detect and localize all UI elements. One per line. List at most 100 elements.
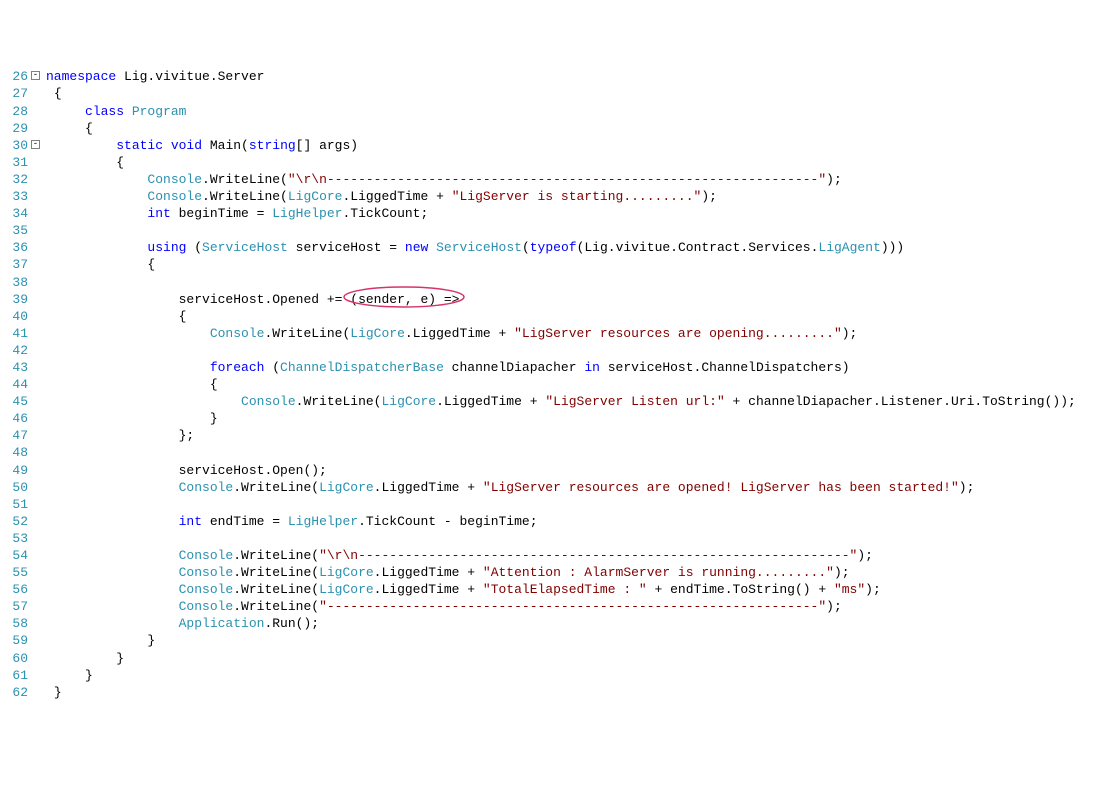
line-number: 58 — [0, 615, 28, 632]
code-line[interactable]: { — [46, 154, 1076, 171]
token-txt: + channelDiapacher.Listener.Uri.ToString… — [725, 394, 1076, 409]
token-txt: beginTime = — [171, 206, 272, 221]
code-line[interactable]: } — [46, 410, 1076, 427]
code-line[interactable]: Console.WriteLine(LigCore.LiggedTime + "… — [46, 581, 1076, 598]
type-name: LigCore — [319, 565, 374, 580]
code-line[interactable]: { — [46, 308, 1076, 325]
code-line[interactable]: int endTime = LigHelper.TickCount - begi… — [46, 513, 1076, 530]
code-line[interactable]: Console.WriteLine(LigCore.LiggedTime + "… — [46, 188, 1076, 205]
code-line[interactable]: { — [46, 120, 1076, 137]
line-number: 40 — [0, 308, 28, 325]
code-line[interactable]: Console.WriteLine("\r\n-----------------… — [46, 547, 1076, 564]
type-name: Console — [147, 189, 202, 204]
token-txt: .LiggedTime + — [374, 565, 483, 580]
code-line[interactable]: serviceHost.Opened += (sender, e) => — [46, 291, 1076, 308]
code-line[interactable]: Console.WriteLine("\r\n-----------------… — [46, 171, 1076, 188]
keyword: string — [249, 138, 296, 153]
token-txt: .WriteLine( — [233, 599, 319, 614]
code-line[interactable]: Console.WriteLine(LigCore.LiggedTime + "… — [46, 479, 1076, 496]
token-txt: } — [210, 411, 218, 426]
token-txt: ); — [701, 189, 717, 204]
keyword: namespace — [46, 69, 116, 84]
code-line[interactable]: } — [46, 632, 1076, 649]
highlighted-lambda: (sender, e) => — [350, 291, 459, 308]
line-number: 60 — [0, 650, 28, 667]
code-line[interactable]: foreach (ChannelDispatcherBase channelDi… — [46, 359, 1076, 376]
code-line[interactable]: Console.WriteLine("---------------------… — [46, 598, 1076, 615]
line-number: 44 — [0, 376, 28, 393]
code-line[interactable]: { — [46, 85, 1076, 102]
token-txt: .Run(); — [264, 616, 319, 631]
code-line[interactable]: serviceHost.Open(); — [46, 462, 1076, 479]
code-line[interactable] — [46, 342, 1076, 359]
code-line[interactable]: Console.WriteLine(LigCore.LiggedTime + "… — [46, 393, 1076, 410]
code-line[interactable]: }; — [46, 427, 1076, 444]
token-txt: .WriteLine( — [233, 565, 319, 580]
type-name: Console — [179, 565, 234, 580]
type-name: LigCore — [381, 394, 436, 409]
keyword: void — [163, 138, 202, 153]
token-txt: ); — [865, 582, 881, 597]
code-line[interactable]: int beginTime = LigHelper.TickCount; — [46, 205, 1076, 222]
line-number: 33 — [0, 188, 28, 205]
type-name: LigHelper — [288, 514, 358, 529]
type-name: ServiceHost — [202, 240, 288, 255]
code-line[interactable]: namespace Lig.vivitue.Server — [46, 68, 1076, 85]
code-line[interactable]: } — [46, 667, 1076, 684]
keyword: new — [405, 240, 428, 255]
code-line[interactable]: { — [46, 256, 1076, 273]
code-editor[interactable]: 2627282930313233343536373839404142434445… — [0, 68, 1093, 700]
token-txt: .WriteLine( — [202, 172, 288, 187]
string-literal: "Attention : AlarmServer is running.....… — [483, 565, 834, 580]
token-txt: serviceHost.Open(); — [179, 463, 327, 478]
token-txt: ); — [834, 565, 850, 580]
token-txt: channelDiapacher — [444, 360, 584, 375]
type-name: LigAgent — [818, 240, 880, 255]
token-txt: } — [54, 685, 62, 700]
line-number: 28 — [0, 103, 28, 120]
keyword: using — [147, 240, 186, 255]
code-line[interactable]: } — [46, 684, 1076, 701]
code-line[interactable] — [46, 274, 1076, 291]
code-area[interactable]: namespace Lig.vivitue.Server { class Pro… — [42, 68, 1076, 700]
line-number: 34 — [0, 205, 28, 222]
type-name: Console — [241, 394, 296, 409]
line-number: 62 — [0, 684, 28, 701]
code-line[interactable]: Console.WriteLine(LigCore.LiggedTime + "… — [46, 564, 1076, 581]
fold-toggle[interactable]: - — [31, 71, 40, 80]
type-name: Console — [210, 326, 265, 341]
type-name: ChannelDispatcherBase — [280, 360, 444, 375]
code-line[interactable] — [46, 530, 1076, 547]
string-literal: "\r\n-----------------------------------… — [288, 172, 826, 187]
code-line[interactable]: } — [46, 650, 1076, 667]
type-name: LigHelper — [272, 206, 342, 221]
line-number: 39 — [0, 291, 28, 308]
line-number: 32 — [0, 171, 28, 188]
line-number: 30 — [0, 137, 28, 154]
fold-toggle[interactable]: - — [31, 140, 40, 149]
code-line[interactable]: Application.Run(); — [46, 615, 1076, 632]
token-txt: { — [210, 377, 218, 392]
keyword: typeof — [530, 240, 577, 255]
code-line[interactable]: static void Main(string[] args) — [46, 137, 1076, 154]
code-line[interactable]: { — [46, 376, 1076, 393]
code-line[interactable]: using (ServiceHost serviceHost = new Ser… — [46, 239, 1076, 256]
code-line[interactable]: Console.WriteLine(LigCore.LiggedTime + "… — [46, 325, 1076, 342]
token-txt: .LiggedTime + — [405, 326, 514, 341]
code-line[interactable]: class Program — [46, 103, 1076, 120]
code-line[interactable] — [46, 222, 1076, 239]
token-txt: .LiggedTime + — [374, 582, 483, 597]
token-txt: } — [147, 633, 155, 648]
token-txt: + endTime.ToString() + — [647, 582, 834, 597]
line-number: 50 — [0, 479, 28, 496]
line-number: 38 — [0, 274, 28, 291]
code-line[interactable] — [46, 496, 1076, 513]
token-txt: { — [85, 121, 93, 136]
line-number: 48 — [0, 444, 28, 461]
type-name: Console — [179, 548, 234, 563]
type-name: Console — [179, 480, 234, 495]
token-txt: { — [179, 309, 187, 324]
code-line[interactable] — [46, 444, 1076, 461]
line-number: 41 — [0, 325, 28, 342]
token-txt: endTime = — [202, 514, 288, 529]
